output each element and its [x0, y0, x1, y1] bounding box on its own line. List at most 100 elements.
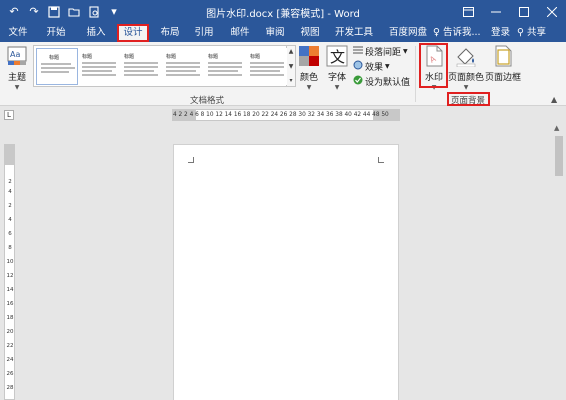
vruler-tick: 16 — [6, 301, 14, 307]
maximize-icon[interactable] — [510, 0, 538, 24]
chevron-up-icon[interactable]: ▲ — [289, 48, 294, 55]
vertical-ruler[interactable]: 2 4 2 4 6 8 10 12 14 16 18 20 22 24 26 2… — [4, 144, 15, 400]
title-bar: ↶ ↷ ▾ 图片水印.docx [兼容模式] - Word — [0, 0, 566, 24]
ruler-row: L 4 2 2 4 6 8 10 12 14 16 18 20 22 24 26… — [0, 106, 566, 122]
tab-design[interactable]: 设计 — [117, 24, 149, 42]
chevron-down-icon: ▼ — [463, 84, 469, 91]
style-set-gallery: 标题 标题 标题 标题 标题 标题 — [33, 45, 288, 87]
tell-me-box[interactable]: ♀ 告诉我... — [433, 24, 481, 42]
tab-baidu[interactable]: 百度网盘 — [384, 24, 432, 42]
lightbulb-icon: ♀ — [433, 27, 440, 38]
page-color-icon — [455, 45, 477, 68]
vruler-tick: 4 — [8, 189, 12, 195]
tab-review[interactable]: 审阅 — [261, 24, 289, 42]
vruler-tick: 26 — [6, 371, 14, 377]
vruler-tick: 14 — [6, 287, 14, 293]
page-background-highlight — [447, 92, 490, 106]
vruler-tick: 24 — [6, 357, 14, 363]
style-set-thumb[interactable]: 标题 — [120, 48, 162, 85]
tab-view[interactable]: 视图 — [296, 24, 324, 42]
sign-in-link[interactable]: 登录 — [491, 24, 510, 42]
scroll-thumb[interactable] — [555, 136, 563, 176]
themes-icon: Aa — [6, 45, 28, 67]
effects-label: 效果 — [365, 63, 384, 73]
effects-icon — [353, 60, 363, 73]
colors-label: 颜色 — [299, 73, 318, 83]
vruler-tick: 4 — [8, 217, 12, 223]
thumb-title: 标题 — [166, 54, 177, 60]
tab-developer[interactable]: 开发工具 — [330, 24, 378, 42]
chevron-down-icon: ▼ — [403, 48, 408, 55]
chevron-down-icon: ▼ — [385, 63, 390, 70]
vruler-tick: 2 — [8, 179, 12, 185]
themes-button[interactable]: Aa 主题 ▼ — [4, 42, 30, 91]
chevron-down-icon: ▼ — [334, 84, 340, 91]
person-icon: ⚲ — [517, 27, 524, 38]
close-icon[interactable] — [538, 0, 566, 24]
style-set-thumb[interactable]: 标题 — [78, 48, 120, 85]
share-button[interactable]: ⚲ 共享 — [517, 24, 546, 42]
ruler-numbers: 4 2 2 4 6 8 10 12 14 16 18 20 22 24 26 2… — [173, 112, 389, 118]
vruler-tick: 18 — [6, 315, 14, 321]
vruler-tick: 8 — [8, 245, 12, 251]
group-label-document-formatting: 文档格式 — [190, 96, 225, 106]
colors-button[interactable]: 颜色 ▼ — [297, 42, 321, 91]
fonts-label: 字体 — [327, 73, 346, 83]
colors-icon — [298, 45, 320, 67]
scroll-up-icon[interactable]: ▲ — [554, 124, 559, 132]
thumb-title: 标题 — [82, 54, 93, 60]
tab-layout[interactable]: 布局 — [156, 24, 184, 42]
vruler-tick: 20 — [6, 329, 14, 335]
style-set-thumb[interactable]: 标题 — [36, 48, 78, 85]
ribbon-design: Aa 主题 ▼ 标题 标题 标题 标题 标题 标题 ▲ ▼ ▾ 颜色 ▼ 文 字… — [0, 42, 566, 106]
page-color-button[interactable]: 页面颜色 ▼ — [448, 42, 485, 91]
style-set-thumb[interactable]: 标题 — [204, 48, 246, 85]
vruler-tick: 22 — [6, 343, 14, 349]
tab-home[interactable]: 开始 — [42, 24, 70, 42]
fonts-button[interactable]: 文 字体 ▼ — [325, 42, 349, 91]
paragraph-spacing-button[interactable]: 段落间距 ▼ — [353, 45, 408, 58]
watermark-highlight — [419, 43, 448, 88]
chevron-down-icon[interactable]: ▼ — [289, 63, 294, 70]
svg-text:文: 文 — [330, 48, 345, 66]
gallery-more-icon[interactable]: ▾ — [289, 77, 292, 84]
tab-file[interactable]: 文件 — [4, 24, 32, 42]
set-default-button[interactable]: 设为默认值 — [353, 75, 410, 88]
collapse-ribbon-icon[interactable]: ▲ — [551, 95, 557, 104]
vruler-tick: 2 — [8, 203, 12, 209]
page-color-label: 页面颜色 — [448, 73, 485, 83]
tab-selector[interactable]: L — [4, 110, 14, 120]
crop-mark — [378, 157, 384, 163]
fonts-icon: 文 — [326, 45, 348, 67]
effects-button[interactable]: 效果 ▼ — [353, 60, 390, 73]
chevron-down-icon: ▼ — [14, 84, 20, 91]
thumb-title: 标题 — [208, 54, 219, 60]
crop-mark — [188, 157, 194, 163]
page-borders-icon — [492, 45, 514, 67]
vertical-scrollbar[interactable]: ▲ — [552, 122, 566, 400]
document-page[interactable] — [173, 144, 399, 400]
tab-insert[interactable]: 插入 — [82, 24, 110, 42]
tell-me-text: 告诉我... — [443, 27, 481, 38]
page-borders-button[interactable]: 页面边框 — [485, 42, 522, 83]
vruler-tick: 28 — [6, 385, 14, 391]
svg-text:Aa: Aa — [10, 50, 20, 59]
vruler-tick: 12 — [6, 273, 14, 279]
ribbon-display-options-icon[interactable] — [454, 0, 482, 24]
page-borders-label: 页面边框 — [485, 73, 522, 83]
themes-label: 主题 — [7, 73, 26, 83]
tab-references[interactable]: 引用 — [190, 24, 218, 42]
minimize-icon[interactable] — [482, 0, 510, 24]
style-set-thumb[interactable]: 标题 — [162, 48, 204, 85]
ribbon-tabs: 文件 开始 插入 设计 布局 引用 邮件 审阅 视图 开发工具 百度网盘 ♀ 告… — [0, 24, 566, 42]
tab-mailings[interactable]: 邮件 — [226, 24, 254, 42]
checkmark-icon — [353, 75, 363, 88]
set-default-label: 设为默认值 — [365, 78, 411, 88]
gallery-scroll[interactable]: ▲ ▼ ▾ — [287, 45, 296, 87]
thumb-title: 标题 — [124, 54, 135, 60]
style-set-thumb[interactable]: 标题 — [246, 48, 288, 85]
vruler-tick: 6 — [8, 231, 12, 237]
share-label: 共享 — [527, 27, 547, 38]
vruler-tick: 10 — [6, 259, 14, 265]
horizontal-ruler[interactable]: 4 2 2 4 6 8 10 12 14 16 18 20 22 24 26 2… — [172, 109, 400, 121]
